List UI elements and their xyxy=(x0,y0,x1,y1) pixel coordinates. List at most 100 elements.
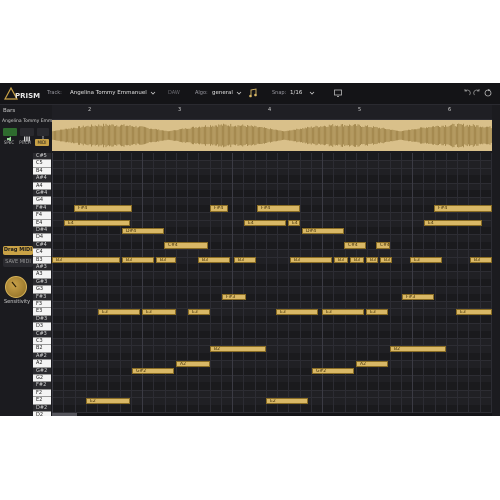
midi-note[interactable]: E3 xyxy=(142,308,176,316)
refresh-icon[interactable] xyxy=(483,88,493,98)
chevron-down-icon[interactable] xyxy=(309,90,315,96)
midi-note[interactable]: F#4 xyxy=(74,205,132,212)
midi-note[interactable]: G#2 xyxy=(312,368,354,375)
midi-note[interactable]: C#4 xyxy=(164,242,208,249)
piano-key[interactable]: F#3 xyxy=(33,293,51,301)
monitor-icon[interactable] xyxy=(333,88,343,98)
midi-note[interactable]: A2 xyxy=(356,360,388,368)
piano-key[interactable]: G2 xyxy=(33,375,51,383)
piano-key[interactable]: C5 xyxy=(33,160,51,168)
more-button[interactable] xyxy=(37,128,49,142)
midi-note[interactable]: B3 xyxy=(366,257,378,264)
spec-button[interactable]: SPEC xyxy=(2,140,16,145)
midi-note[interactable]: B3 xyxy=(470,257,492,264)
midi-note[interactable]: B3 xyxy=(198,257,230,264)
midi-note[interactable]: B3 xyxy=(122,257,154,264)
piano-key[interactable]: A2 xyxy=(33,360,51,368)
piano-key[interactable]: G#4 xyxy=(33,190,51,198)
midi-note[interactable]: E3 xyxy=(410,257,442,264)
piano-key[interactable]: A3 xyxy=(33,271,51,279)
play-button[interactable] xyxy=(3,128,17,142)
midi-note[interactable]: E3 xyxy=(188,308,210,316)
piano-key[interactable]: B2 xyxy=(33,345,51,353)
midi-note[interactable]: E4 xyxy=(288,220,300,227)
midi-note[interactable]: F#4 xyxy=(434,205,492,212)
midi-note[interactable]: B2 xyxy=(390,345,446,353)
undo-icon[interactable] xyxy=(462,88,472,98)
piano-key[interactable]: E4 xyxy=(33,219,51,227)
save-midi-button[interactable]: SAVE MIDI xyxy=(3,258,33,267)
midi-button[interactable]: MIDI xyxy=(35,139,49,146)
sensitivity-knob[interactable] xyxy=(5,276,27,298)
piano-key[interactable]: D#4 xyxy=(33,227,51,235)
midi-note[interactable]: B3 xyxy=(334,257,348,264)
piano-key[interactable]: D3 xyxy=(33,323,51,331)
midi-note[interactable]: D#4 xyxy=(302,227,344,234)
midi-note[interactable]: E4 xyxy=(244,220,286,227)
piano-key[interactable]: D#2 xyxy=(33,404,51,412)
chevron-down-icon[interactable] xyxy=(150,90,156,96)
piano-key[interactable]: D2 xyxy=(33,412,51,416)
piano-key[interactable]: D#3 xyxy=(33,315,51,324)
midi-note[interactable]: B3 xyxy=(290,257,332,264)
piano-key[interactable]: C4 xyxy=(33,249,51,257)
piano-key[interactable]: F4 xyxy=(33,212,51,220)
piano-keyboard[interactable]: C#5 C5 B4 A#4 A4 G#4 G4 F#4 F4 E4 D#4 D4 C#4 C4 B3 A#3 A… xyxy=(33,153,51,416)
piano-key[interactable]: A#2 xyxy=(33,352,51,361)
redo-icon[interactable] xyxy=(472,88,482,98)
midi-note[interactable]: D#4 xyxy=(122,227,164,234)
daw-label[interactable]: DAW xyxy=(168,90,180,96)
piano-key[interactable]: C#5 xyxy=(33,153,51,161)
midi-note[interactable]: B3 xyxy=(52,257,120,264)
midi-note[interactable]: B3 xyxy=(380,257,392,264)
midi-note[interactable]: B3 xyxy=(156,257,176,264)
piano-key[interactable]: A#3 xyxy=(33,264,51,272)
midi-note[interactable]: E4 xyxy=(424,220,482,227)
piano-key[interactable]: B4 xyxy=(33,167,51,176)
midi-note[interactable]: F#3 xyxy=(402,294,434,301)
piano-key[interactable]: F2 xyxy=(33,389,51,398)
track-select[interactable]: Angelina Tommy Emmanuel xyxy=(70,90,147,96)
pitch-button[interactable]: PITCH xyxy=(17,140,33,145)
midi-note[interactable]: E3 xyxy=(98,308,140,316)
midi-note[interactable]: E3 xyxy=(366,308,388,316)
midi-note[interactable]: E3 xyxy=(322,308,364,316)
scroll-thumb[interactable] xyxy=(52,413,77,416)
piano-key[interactable]: D4 xyxy=(33,234,51,242)
piano-roll-grid[interactable]: F#4 F#4 F#4 F#4 E4 E4 E4 E4 D#4 D#4 C#4 C#4 C#4 B3 B3 B… xyxy=(52,153,492,413)
midi-note[interactable]: E2 xyxy=(266,397,308,405)
midi-note[interactable]: E3 xyxy=(276,308,318,316)
midi-note[interactable]: E2 xyxy=(86,397,130,405)
piano-key[interactable]: E3 xyxy=(33,308,51,316)
vertical-scrollbar[interactable] xyxy=(493,153,499,413)
midi-note[interactable]: A2 xyxy=(176,360,210,368)
piano-key[interactable]: A#4 xyxy=(33,175,51,183)
piano-key[interactable]: C#4 xyxy=(33,241,51,250)
midi-note[interactable]: E3 xyxy=(456,308,492,316)
piano-key[interactable]: G3 xyxy=(33,286,51,294)
midi-note[interactable]: C#4 xyxy=(344,242,366,249)
piano-key[interactable]: F3 xyxy=(33,301,51,309)
midi-note[interactable]: G#2 xyxy=(132,368,174,375)
midi-note[interactable]: F#3 xyxy=(222,294,246,301)
piano-key[interactable]: F#4 xyxy=(33,204,51,213)
piano-key[interactable]: E2 xyxy=(33,397,51,405)
midi-note[interactable]: F#4 xyxy=(210,205,228,212)
music-note-icon[interactable] xyxy=(248,88,258,98)
algo-select[interactable]: general xyxy=(212,90,233,96)
piano-key[interactable]: C#3 xyxy=(33,330,51,338)
midi-note[interactable]: F#4 xyxy=(257,205,300,212)
midi-note[interactable]: B2 xyxy=(210,345,266,353)
midi-note[interactable]: E4 xyxy=(64,220,130,227)
piano-key[interactable]: G#2 xyxy=(33,367,51,375)
piano-key[interactable]: C3 xyxy=(33,338,51,346)
midi-note[interactable]: B3 xyxy=(350,257,364,264)
horizontal-scrollbar[interactable] xyxy=(52,413,492,416)
piano-key[interactable]: B3 xyxy=(33,256,51,264)
midi-note[interactable]: C#4 xyxy=(376,242,390,249)
piano-view-button[interactable] xyxy=(20,128,34,142)
piano-key[interactable]: F#2 xyxy=(33,382,51,390)
drag-midi-button[interactable]: Drag MIDI xyxy=(3,246,33,255)
piano-key[interactable]: G4 xyxy=(33,197,51,205)
midi-note[interactable]: B3 xyxy=(234,257,256,264)
